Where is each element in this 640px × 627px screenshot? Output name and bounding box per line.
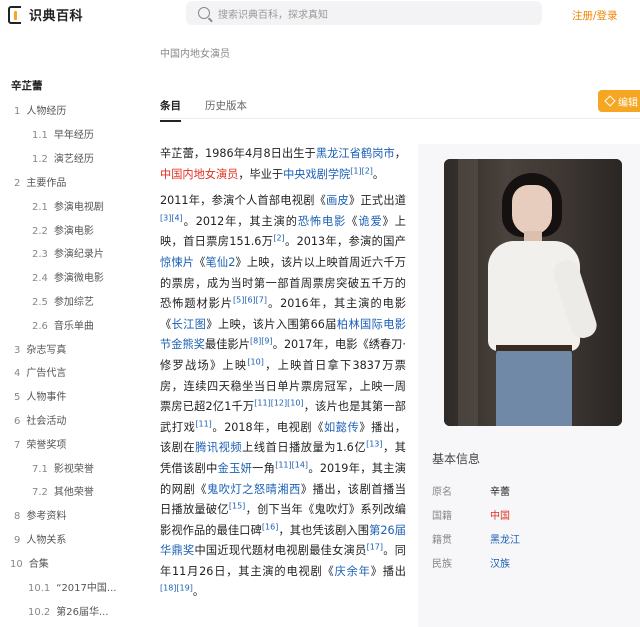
toc-item[interactable]: 7.2 其他荣誉 — [32, 483, 94, 498]
info-row: 原名 辛蕾 — [432, 487, 510, 498]
toc-item[interactable]: 10.2 第26届华... — [28, 603, 109, 618]
link-work[interactable]: 庆余年 — [335, 565, 371, 578]
logo-text: 识典百科 — [29, 9, 84, 24]
toc-item[interactable]: 7 荣誉奖项 — [14, 436, 66, 451]
link-school[interactable]: 中央戏剧学院 — [283, 168, 350, 181]
pencil-icon — [604, 95, 616, 107]
top-bar: 识典百科 搜索识典百科，探求真知 注册/登录 — [0, 0, 640, 30]
toc-item[interactable]: 3 杂志写真 — [14, 341, 66, 356]
link-character[interactable]: 金玉妍 — [218, 462, 253, 475]
info-row: 民族 汉族 — [432, 559, 510, 570]
tab-divider — [160, 118, 640, 119]
citation[interactable]: [15] — [229, 501, 245, 510]
search-icon — [198, 7, 210, 19]
toc-item[interactable]: 5 人物事件 — [14, 388, 66, 403]
toc-item[interactable]: 2.5 参加综艺 — [32, 293, 94, 308]
site-logo[interactable]: 识典百科 — [8, 5, 83, 24]
citation[interactable]: [16] — [262, 522, 278, 531]
photo-face — [512, 185, 552, 235]
toc-item[interactable]: 8 参考资料 — [14, 507, 66, 522]
search-input[interactable]: 搜索识典百科，探求真知 — [186, 1, 542, 25]
citation[interactable]: [2] — [273, 234, 284, 243]
paragraph-intro: 辛芷蕾，1986年4月8日出生于黑龙江省鹤岗市，中国内地女演员，毕业于中央戏剧学… — [160, 147, 406, 181]
photo-jeans — [496, 347, 572, 426]
citation[interactable]: [1][2] — [350, 166, 373, 175]
citation[interactable]: [17] — [367, 543, 383, 552]
link-work[interactable]: 笔仙2 — [206, 256, 236, 269]
link-work[interactable]: 鬼吹灯之怒晴湘西 — [207, 483, 301, 496]
infobox-title: 基本信息 — [432, 452, 481, 466]
citation[interactable]: [13] — [366, 440, 382, 449]
edit-label: 编辑 — [618, 97, 638, 109]
logo-icon — [8, 5, 27, 24]
link-genre[interactable]: 恐怖电影 — [298, 215, 346, 228]
paragraph-career: 2011年，参演个人首部电视剧《画皮》正式出道[3][4]。2012年，其主演的… — [160, 194, 406, 599]
toc-item[interactable]: 4 广告代言 — [14, 364, 66, 379]
link-work[interactable]: 画皮 — [326, 194, 349, 207]
link-platform[interactable]: 腾讯视频 — [195, 441, 242, 454]
toc-item[interactable]: 2.2 参演电影 — [32, 222, 94, 237]
category-label: 中国内地女演员 — [160, 49, 230, 60]
citation[interactable]: [18][19] — [160, 584, 193, 593]
toc-item[interactable]: 9 人物关系 — [14, 531, 66, 546]
info-row: 国籍 中国 — [432, 511, 510, 522]
toc-item[interactable]: 2.3 参演纪录片 — [32, 245, 104, 260]
toc-item[interactable]: 10 合集 — [10, 555, 49, 570]
citation[interactable]: [5][6][7] — [233, 295, 267, 304]
photo-panel — [458, 159, 478, 426]
citation[interactable]: [3][4] — [160, 213, 183, 222]
link-genre[interactable]: 惊悚片 — [160, 256, 194, 269]
citation[interactable]: [11][14] — [275, 460, 308, 469]
link-work[interactable]: 如懿传 — [324, 421, 359, 434]
edit-button[interactable]: 编辑 — [598, 90, 640, 112]
toc-item[interactable]: 6 社会活动 — [14, 412, 66, 427]
link-work[interactable]: 诡爱 — [358, 215, 382, 228]
toc-title[interactable]: 辛芷蕾 — [11, 78, 43, 93]
infobox: 基本信息 原名 辛蕾 国籍 中国 籍贯 黑龙江 民族 汉族 — [418, 144, 640, 627]
info-row: 籍贯 黑龙江 — [432, 535, 520, 546]
toc-item[interactable]: 2.6 音乐单曲 — [32, 317, 94, 332]
toc-item[interactable]: 1 人物经历 — [14, 102, 66, 117]
link-work[interactable]: 长江图 — [172, 318, 207, 331]
toc-item[interactable]: 1.1 早年经历 — [32, 126, 94, 141]
toc-item[interactable]: 10.1 “2017中国... — [28, 579, 116, 594]
citation[interactable]: [10] — [247, 357, 263, 366]
toc-item[interactable]: 1.2 演艺经历 — [32, 150, 94, 165]
toc-item[interactable]: 2.1 参演电视剧 — [32, 198, 104, 213]
link-occupation[interactable]: 中国内地女演员 — [160, 168, 238, 181]
login-link[interactable]: 注册/登录 — [572, 8, 618, 23]
search-placeholder: 搜索识典百科，探求真知 — [218, 9, 328, 21]
toc-item[interactable]: 2 主要作品 — [14, 174, 66, 189]
toc-item[interactable]: 2.4 参演微电影 — [32, 269, 104, 284]
article-body: 辛芷蕾，1986年4月8日出生于黑龙江省鹤岗市，中国内地女演员，毕业于中央戏剧学… — [160, 144, 406, 609]
link-birthplace[interactable]: 黑龙江省鹤岗市 — [316, 147, 395, 160]
citation[interactable]: [8][9] — [250, 337, 273, 346]
citation[interactable]: [11][12][10] — [254, 398, 303, 407]
citation[interactable]: [11] — [195, 419, 211, 428]
portrait-photo[interactable] — [444, 159, 622, 426]
toc-item[interactable]: 7.1 影视荣誉 — [32, 460, 94, 475]
photo-belt — [496, 345, 572, 351]
